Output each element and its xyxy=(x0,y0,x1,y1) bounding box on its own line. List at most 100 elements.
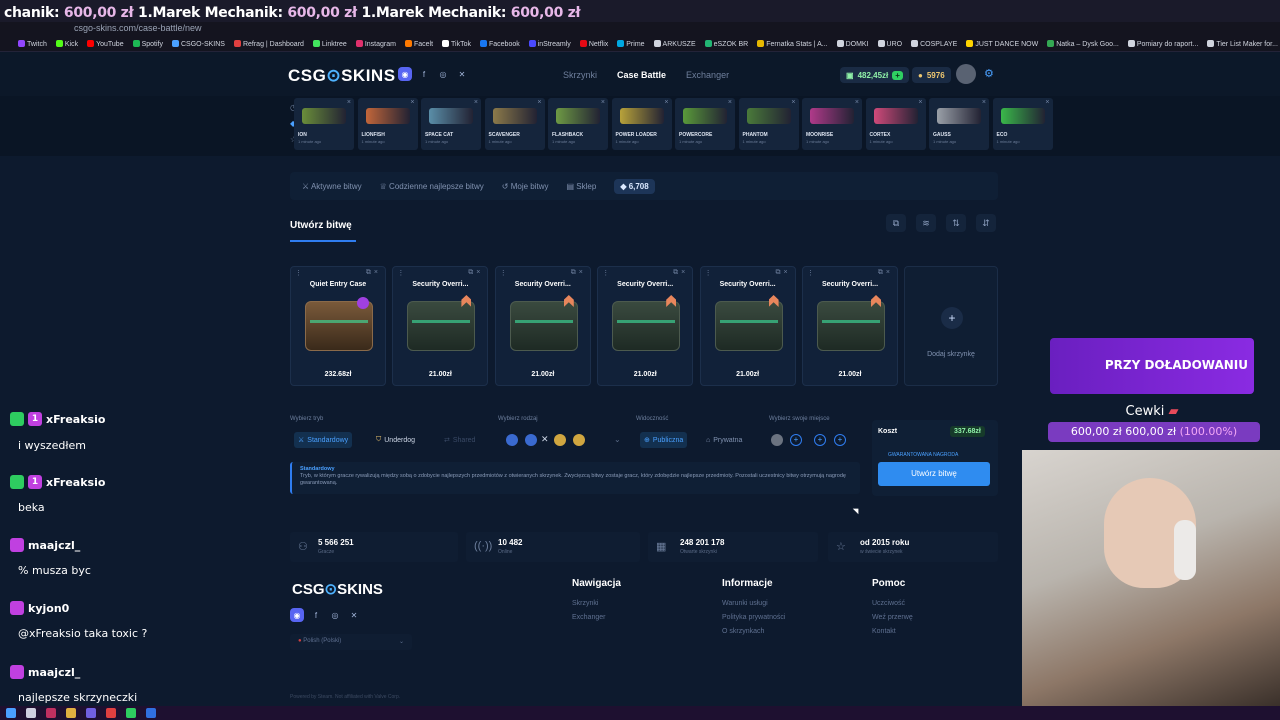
close-icon[interactable]: × xyxy=(1045,99,1049,106)
filter-my-battles[interactable]: ↺ Moje bitwy xyxy=(502,182,549,191)
view-toggle-icon[interactable]: ⧉ xyxy=(886,214,906,232)
slot-plus-icon[interactable]: + xyxy=(790,434,802,446)
bookmark-item[interactable]: Spotify xyxy=(132,39,163,48)
x-icon[interactable]: ✕ xyxy=(455,67,469,81)
footer-link[interactable]: Weź przerwę xyxy=(872,614,913,621)
spotify-icon[interactable] xyxy=(126,708,136,718)
recent-drop-tile[interactable]: × POWERCORE 1 minute ago xyxy=(675,98,735,150)
folder-icon[interactable] xyxy=(66,708,76,718)
recent-drop-tile[interactable]: × SCAVENGER 1 minute ago xyxy=(484,98,545,150)
battle-case-card[interactable]: ⧉× ⋮ Security Overri... 21.00zł xyxy=(494,266,591,386)
bookmark-item[interactable]: Netflix xyxy=(579,39,608,48)
mode-standard-button[interactable]: ⚔ Standardowy xyxy=(294,432,353,448)
chrome-icon[interactable] xyxy=(106,708,116,718)
player-slot-4-icon[interactable] xyxy=(573,434,585,446)
add-case-card[interactable]: + Dodaj skrzynkę xyxy=(904,266,998,386)
drag-handle-icon[interactable]: ⋮ xyxy=(602,269,609,277)
app-icon[interactable] xyxy=(46,708,56,718)
battle-case-card[interactable]: ⧉× ⋮ Security Overri... 21.00zł xyxy=(802,266,898,386)
x-icon[interactable]: ✕ xyxy=(347,608,361,622)
filter-daily-best[interactable]: ♕ Codzienne najlepsze bitwy xyxy=(380,182,484,191)
mode-underdog-button[interactable]: ⛉ Underdog xyxy=(372,432,419,448)
mode-shared-button[interactable]: ⇄ Shared xyxy=(440,432,479,448)
bookmark-item[interactable]: YouTube xyxy=(87,39,124,48)
bookmark-item[interactable]: inStreamly xyxy=(528,39,571,48)
address-bar[interactable]: csgo-skins.com/case-battle/new xyxy=(0,22,1280,36)
bookmark-item[interactable]: Tier List Maker for... xyxy=(1207,39,1278,48)
discord-icon[interactable]: ◉ xyxy=(290,608,304,622)
copy-icon[interactable]: ⧉ xyxy=(776,269,784,276)
instagram-icon[interactable]: ◎ xyxy=(328,608,342,622)
battle-case-card[interactable]: ⧉× ⋮ Security Overri... 21.00zł xyxy=(699,266,796,386)
footer-link[interactable]: Polityka prywatności xyxy=(722,614,785,621)
player-slot-2-icon[interactable] xyxy=(525,434,537,446)
instagram-icon[interactable]: ◎ xyxy=(436,67,450,81)
deposit-plus-icon[interactable]: + xyxy=(892,70,903,80)
player-slot-3-icon[interactable] xyxy=(554,434,566,446)
bookmark-item[interactable]: Linktree xyxy=(312,39,347,48)
footer-link[interactable]: Uczciwość xyxy=(872,600,905,607)
sort-desc-icon[interactable]: ⇵ xyxy=(976,214,996,232)
nav-case-battle[interactable]: Case Battle xyxy=(617,70,666,80)
close-icon[interactable]: × xyxy=(474,99,478,106)
close-icon[interactable]: × xyxy=(410,99,414,106)
bookmark-item[interactable]: Facebook xyxy=(479,39,520,48)
start-icon[interactable] xyxy=(6,708,16,718)
recent-drop-tile[interactable]: × CORTEX 1 minute ago xyxy=(865,98,926,150)
my-avatar-slot[interactable] xyxy=(771,434,783,446)
bookmark-item[interactable]: Facelt xyxy=(404,39,433,48)
nav-skrzynki[interactable]: Skrzynki xyxy=(563,70,597,80)
recent-drop-tile[interactable]: × SPACE CAT 1 minute ago xyxy=(421,98,481,150)
recent-drop-tile[interactable]: × LIONFISH 1 minute ago xyxy=(357,98,418,150)
close-icon[interactable]: × xyxy=(784,269,791,276)
filter-active-battles[interactable]: ⚔ Aktywne bitwy xyxy=(302,182,362,191)
copy-icon[interactable]: ⧉ xyxy=(878,269,886,276)
recent-drop-tile[interactable]: × MOONRISE 1 minute ago xyxy=(802,98,862,150)
footer-link[interactable]: O skrzynkach xyxy=(722,628,764,635)
bookmark-item[interactable]: DOMKI xyxy=(836,39,869,48)
bookmark-item[interactable]: Twitch xyxy=(18,39,47,48)
close-icon[interactable]: × xyxy=(601,99,605,106)
filter-shop[interactable]: ▤ Sklep xyxy=(567,182,597,191)
language-select[interactable]: ● Polish (Polski) ⌄ xyxy=(290,634,412,650)
close-icon[interactable]: × xyxy=(982,99,986,106)
chevron-down-icon[interactable]: ⌄ xyxy=(614,435,621,444)
close-icon[interactable]: × xyxy=(681,269,688,276)
close-icon[interactable]: × xyxy=(579,269,586,276)
sort-asc-icon[interactable]: ⇅ xyxy=(946,214,966,232)
recent-drop-tile[interactable]: × FLASHBACK 1 minute ago xyxy=(548,98,608,150)
bookmark-item[interactable]: Kick xyxy=(55,39,78,48)
copy-icon[interactable]: ⧉ xyxy=(673,269,681,276)
recent-drop-tile[interactable]: × ECO 1 minute ago xyxy=(992,98,1053,150)
bookmark-item[interactable]: Pomiary do raport... xyxy=(1127,39,1198,48)
bookmark-item[interactable]: ARKUSZE xyxy=(653,39,696,48)
copy-icon[interactable]: ⧉ xyxy=(366,269,374,276)
drag-handle-icon[interactable]: ⋮ xyxy=(807,269,814,277)
battle-case-card[interactable]: ⧉× ⋮ Security Overri... 21.00zł xyxy=(392,266,489,386)
close-icon[interactable]: × xyxy=(791,99,795,106)
recent-drop-tile[interactable]: × ION 1 minute ago xyxy=(294,98,354,150)
coins-pill[interactable]: ● 5976 xyxy=(912,67,951,83)
create-battle-button[interactable]: Utwórz bitwę xyxy=(878,462,990,486)
facebook-icon[interactable]: f xyxy=(417,67,431,81)
bookmark-item[interactable]: Prime xyxy=(617,39,645,48)
drag-handle-icon[interactable]: ⋮ xyxy=(705,269,712,277)
player-slot-1-icon[interactable] xyxy=(506,434,518,446)
filter-coins-badge[interactable]: ◆ 6,708 xyxy=(614,178,655,194)
settings-gear-icon[interactable]: ⚙ xyxy=(984,67,994,80)
bookmark-item[interactable]: JUST DANCE NOW xyxy=(966,39,1038,48)
balance-pill[interactable]: ▣ 482,45zł + xyxy=(840,67,909,83)
bookmark-item[interactable]: TikTok xyxy=(442,39,471,48)
bookmark-item[interactable]: CSGO-SKINS xyxy=(172,39,225,48)
recent-drop-tile[interactable]: × GAUSS 1 minute ago xyxy=(929,98,989,150)
app-icon[interactable] xyxy=(146,708,156,718)
footer-link[interactable]: Warunki usługi xyxy=(722,600,768,607)
footer-link[interactable]: Exchanger xyxy=(572,614,605,621)
bookmark-item[interactable]: URO xyxy=(877,39,902,48)
footer-link[interactable]: Skrzynki xyxy=(572,600,598,607)
slot-plus-icon[interactable]: + xyxy=(814,434,826,446)
copy-icon[interactable]: ⧉ xyxy=(571,269,579,276)
close-icon[interactable]: × xyxy=(855,99,859,106)
facebook-icon[interactable]: f xyxy=(309,608,323,622)
bookmark-item[interactable]: Refrag | Dashboard xyxy=(233,39,304,48)
